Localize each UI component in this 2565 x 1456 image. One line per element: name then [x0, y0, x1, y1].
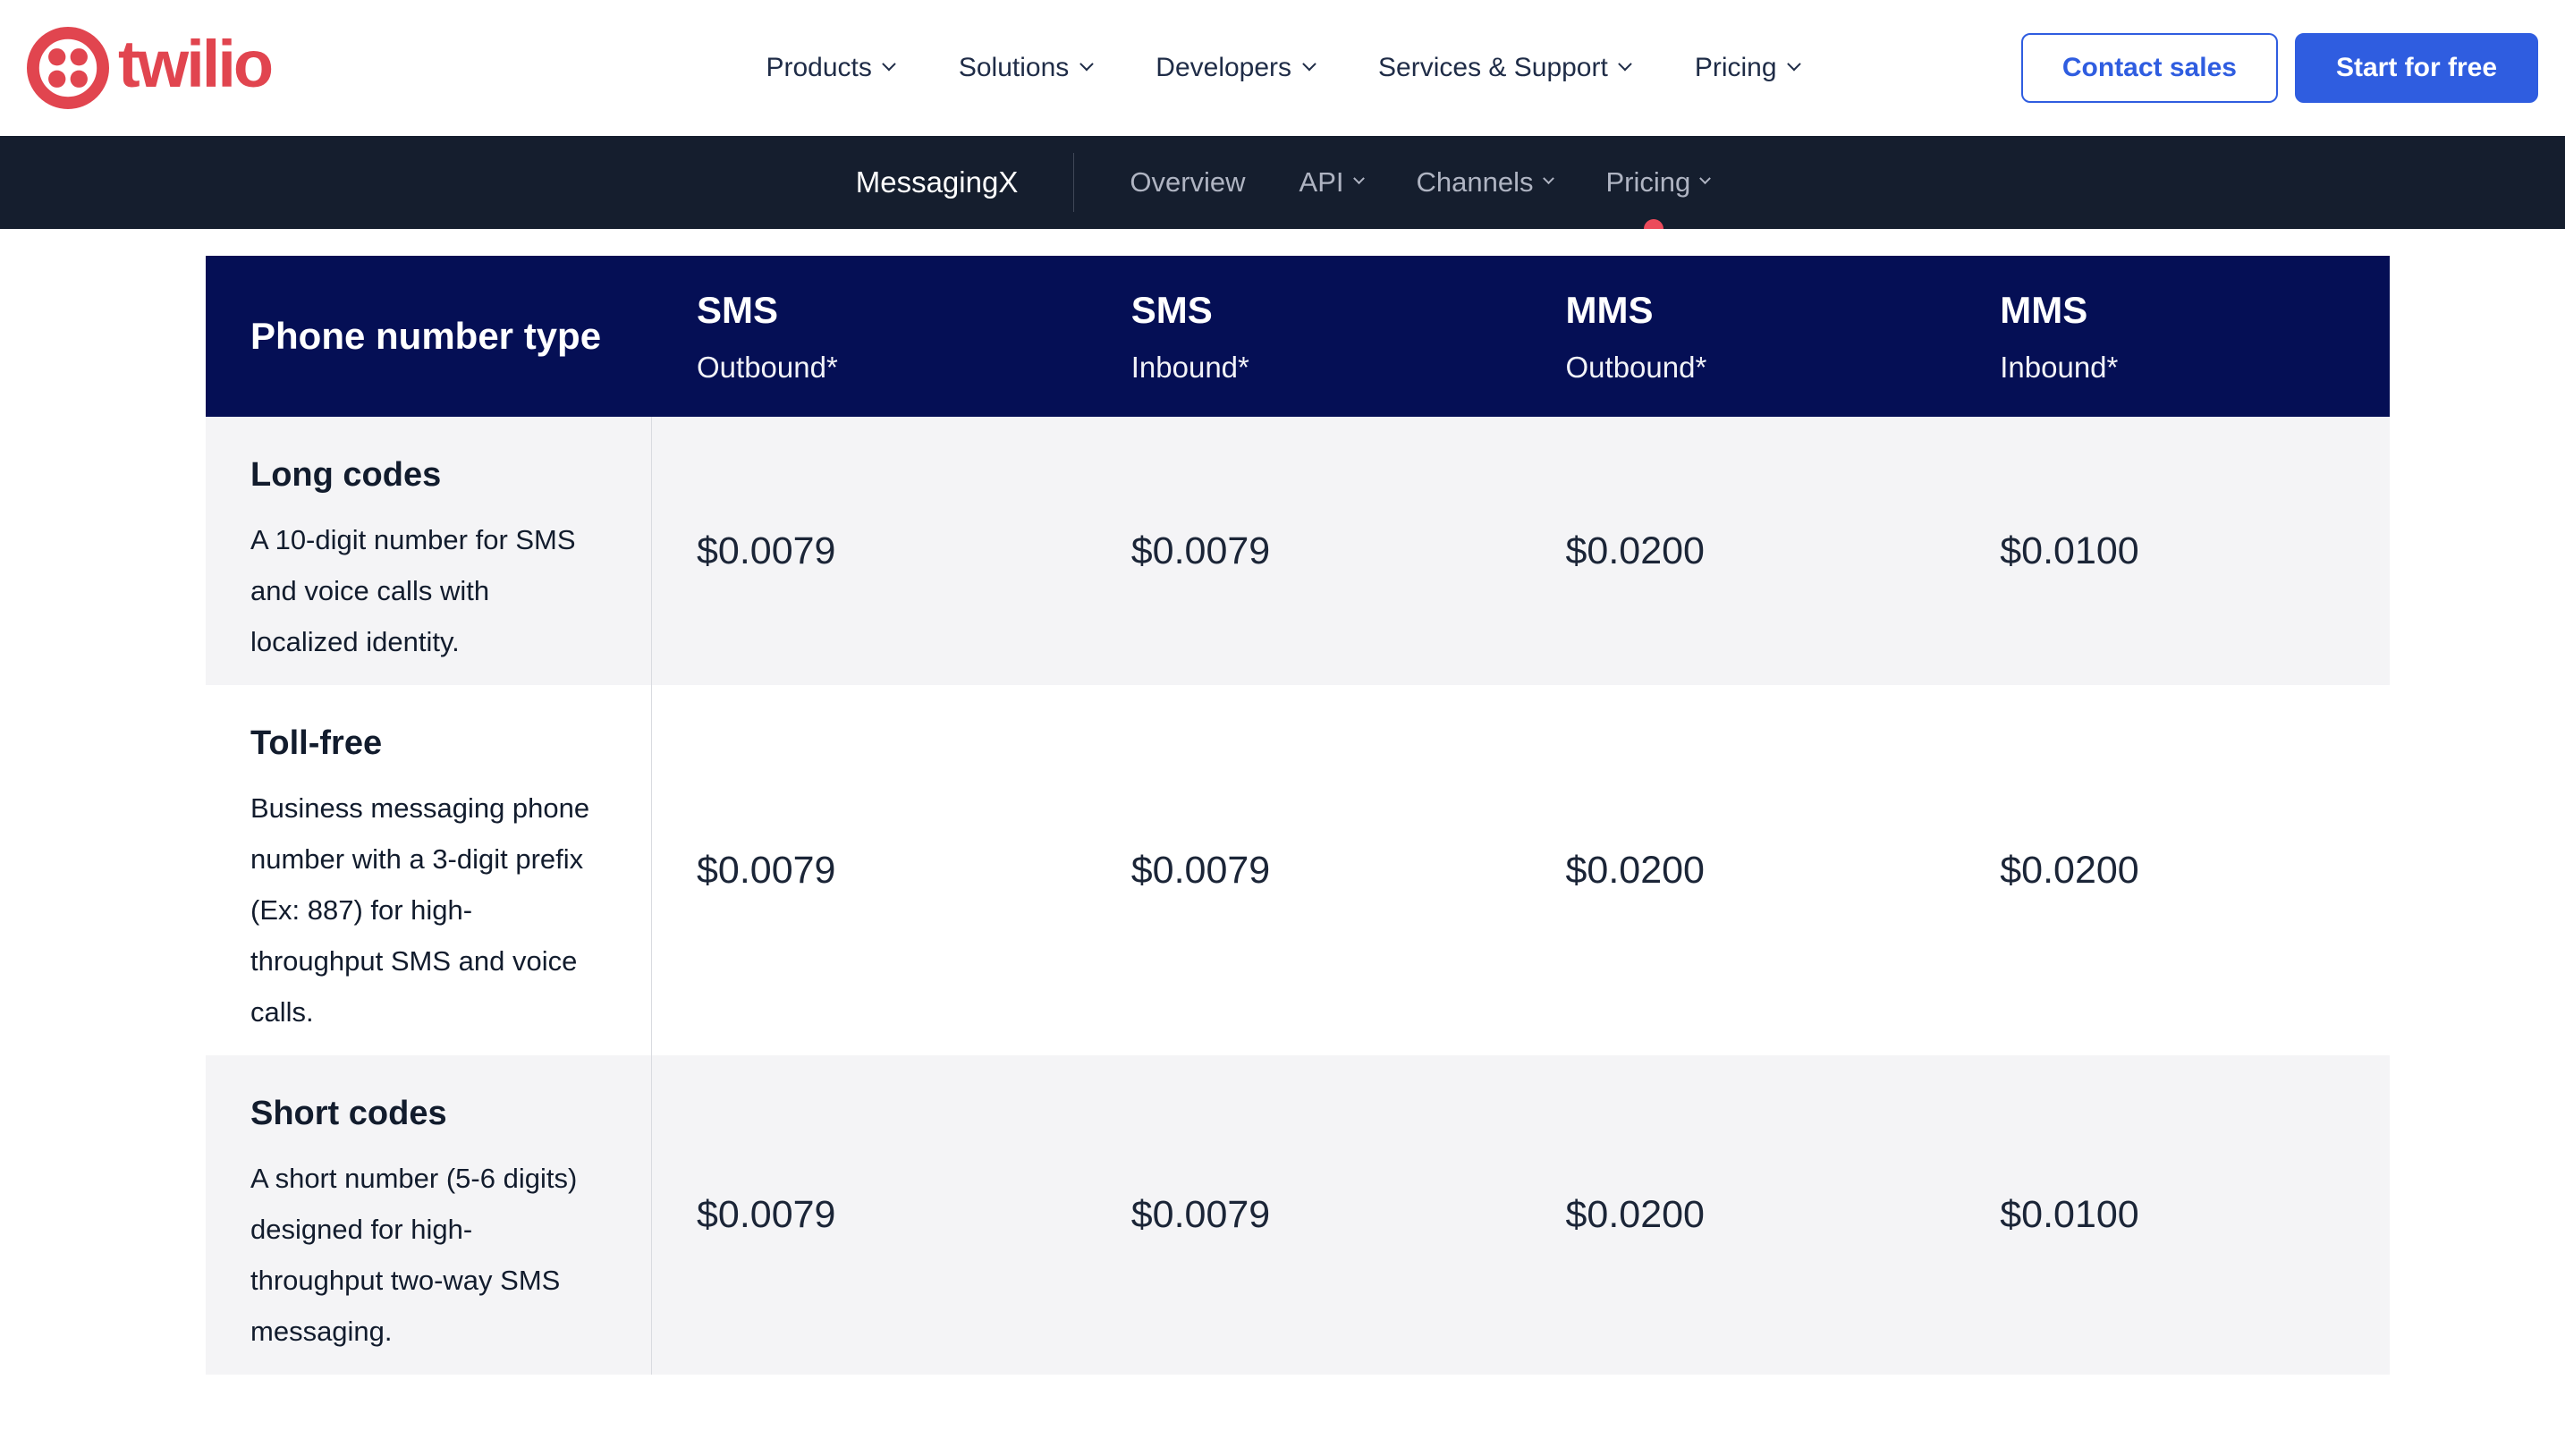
- row-header-short-codes: Short codes A short number (5-6 digits) …: [206, 1055, 652, 1375]
- twilio-logo[interactable]: twilio: [27, 27, 271, 109]
- price-cell-sms-inbound: $0.0079: [1087, 417, 1521, 685]
- column-header-mms-outbound: MMS Outbound*: [1521, 256, 1956, 417]
- start-for-free-button[interactable]: Start for free: [2295, 33, 2538, 103]
- chevron-down-icon: [1699, 173, 1711, 184]
- row-header-toll-free: Toll-free Business messaging phone numbe…: [206, 685, 652, 1055]
- nav-item-developers[interactable]: Developers: [1156, 53, 1314, 83]
- nav-item-products[interactable]: Products: [766, 53, 893, 83]
- chevron-down-icon: [1302, 56, 1316, 71]
- price-cell-mms-inbound: $0.0200: [1955, 685, 2390, 1055]
- nav-item-solutions[interactable]: Solutions: [959, 53, 1091, 83]
- nav-item-services-support[interactable]: Services & Support: [1378, 53, 1630, 83]
- row-header-long-codes: Long codes A 10-digit number for SMS and…: [206, 417, 652, 685]
- price-cell-mms-outbound: $0.0200: [1521, 417, 1956, 685]
- chevron-down-icon: [1079, 56, 1094, 71]
- column-header-phone-number-type: Phone number type: [206, 256, 652, 417]
- chevron-down-icon: [883, 56, 897, 71]
- nav-item-pricing[interactable]: Pricing: [1695, 53, 1799, 83]
- column-header-mms-inbound: MMS Inbound*: [1955, 256, 2390, 417]
- primary-nav: Products Solutions Developers Services &…: [766, 53, 1799, 83]
- price-cell-sms-outbound: $0.0079: [652, 417, 1087, 685]
- column-header-sms-outbound: SMS Outbound*: [652, 256, 1087, 417]
- chevron-down-icon: [1353, 173, 1365, 184]
- price-cell-mms-inbound: $0.0100: [1955, 1055, 2390, 1375]
- active-page-indicator-dot: [1644, 219, 1663, 229]
- price-cell-sms-inbound: $0.0079: [1087, 1055, 1521, 1375]
- subnav-content: MessagingX Overview API Channels Pricing: [856, 153, 1710, 212]
- price-cell-mms-inbound: $0.0100: [1955, 417, 2390, 685]
- chevron-down-icon: [1619, 56, 1633, 71]
- price-cell-sms-outbound: $0.0079: [652, 685, 1087, 1055]
- twilio-wordmark: twilio: [118, 31, 271, 105]
- pricing-table-header: Phone number type SMS Outbound* SMS Inbo…: [206, 256, 2390, 417]
- price-cell-mms-outbound: $0.0200: [1521, 1055, 1956, 1375]
- contact-sales-button[interactable]: Contact sales: [2021, 33, 2278, 103]
- table-row-long-codes: Long codes A 10-digit number for SMS and…: [206, 417, 2390, 685]
- subnav-item-pricing[interactable]: Pricing: [1606, 166, 1710, 199]
- price-cell-sms-outbound: $0.0079: [652, 1055, 1087, 1375]
- subnav-product-messagingx[interactable]: MessagingX: [856, 165, 1019, 199]
- twilio-logo-icon: [27, 27, 109, 109]
- price-cell-mms-outbound: $0.0200: [1521, 685, 1956, 1055]
- subnav-item-overview[interactable]: Overview: [1130, 166, 1245, 199]
- subnav-item-api[interactable]: API: [1299, 166, 1363, 199]
- chevron-down-icon: [1787, 56, 1801, 71]
- chevron-down-icon: [1543, 173, 1554, 184]
- subnav-item-channels[interactable]: Channels: [1417, 166, 1553, 199]
- table-row-short-codes: Short codes A short number (5-6 digits) …: [206, 1055, 2390, 1375]
- nav-actions: Contact sales Start for free: [2021, 33, 2538, 103]
- table-row-toll-free: Toll-free Business messaging phone numbe…: [206, 685, 2390, 1055]
- vertical-divider: [1073, 153, 1074, 212]
- column-header-sms-inbound: SMS Inbound*: [1087, 256, 1521, 417]
- price-cell-sms-inbound: $0.0079: [1087, 685, 1521, 1055]
- product-sub-navigation-bar: MessagingX Overview API Channels Pricing: [0, 136, 2565, 229]
- top-navigation-bar: twilio Products Solutions Developers Ser…: [0, 0, 2565, 136]
- pricing-table: Phone number type SMS Outbound* SMS Inbo…: [206, 256, 2390, 1375]
- subnav-links: Overview API Channels Pricing: [1130, 166, 1709, 199]
